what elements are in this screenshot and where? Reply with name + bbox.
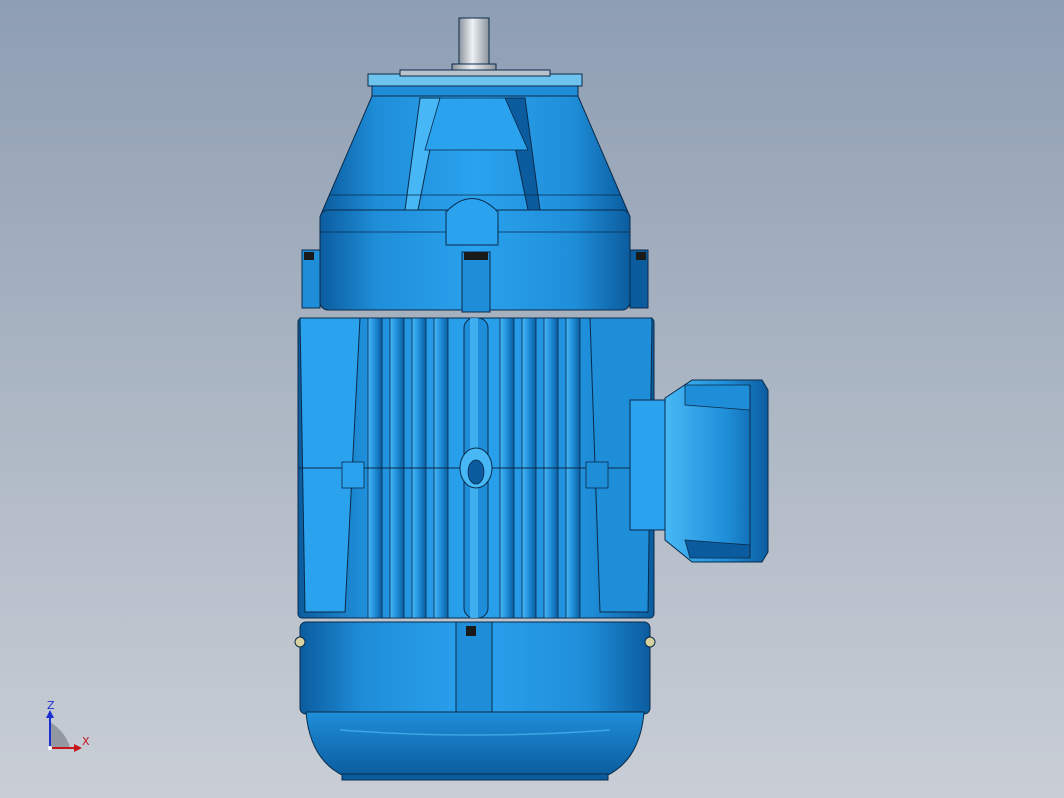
- stator-finned-body[interactable]: [297, 317, 655, 619]
- x-axis-label: X: [82, 735, 90, 748]
- x-axis-arrow-icon: [74, 744, 82, 752]
- graphics-viewport[interactable]: Z X: [0, 0, 1064, 798]
- top-flange[interactable]: [367, 69, 583, 97]
- triad-origin: [48, 746, 52, 750]
- lower-housing[interactable]: [294, 621, 656, 715]
- motor-shaft[interactable]: [451, 17, 497, 75]
- upper-end-bracket[interactable]: [321, 95, 629, 213]
- fan-cover[interactable]: [305, 711, 645, 781]
- motor-3d-model[interactable]: [0, 0, 1064, 798]
- coordinate-triad: Z X: [40, 698, 100, 758]
- z-axis-label: Z: [47, 699, 55, 712]
